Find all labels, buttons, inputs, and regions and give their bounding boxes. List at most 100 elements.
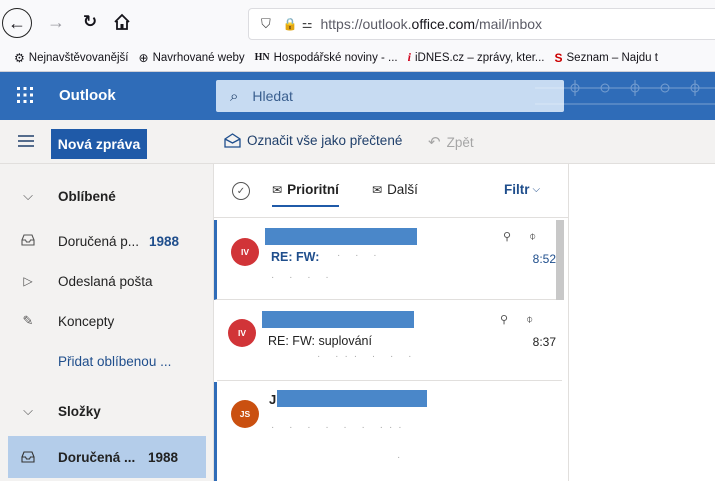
bookmark-idnes[interactable]: i iDNES.cz – zprávy, kter... [408, 50, 545, 65]
attachment-icon: ⌽ [526, 312, 534, 326]
tab-focused[interactable]: ✉ Prioritní [272, 182, 339, 207]
tab-other[interactable]: ✉ Další [372, 182, 418, 197]
home-icon [114, 13, 130, 30]
app-header: Outlook ⌕ Hledat [0, 72, 715, 120]
folders-header[interactable]: ⌵ Složky [0, 391, 213, 431]
inbox-icon [21, 234, 35, 246]
redacted-sender [262, 311, 414, 328]
select-all-checkbox[interactable]: ✓ [232, 182, 250, 200]
lock-icon: 🔒 [282, 17, 298, 31]
message-item[interactable]: IV ⚲ ⌽ RE: FW: 8:52 · · · · · · · [214, 220, 562, 300]
globe-icon: ⊕ [138, 50, 149, 65]
message-list: ✓ ✉ Prioritní ✉ Další Filtr ⌵ IV ⚲ ⌽ RE:… [213, 164, 569, 481]
app-launcher-button[interactable] [16, 86, 34, 109]
shield-icon: ⛉ [261, 16, 271, 31]
pin-icon: ⚲ [503, 231, 512, 243]
folder-sent[interactable]: ▷ Odeslaná pošta [0, 261, 213, 301]
url-field[interactable]: ⛉ 🔒 ⚍ https://outlook.office.com/mail/in… [248, 8, 715, 40]
filter-button[interactable]: Filtr ⌵ [504, 182, 540, 197]
message-item[interactable]: IV ⚲ ⌽ RE: FW: suplování 8:37 · ··· · · … [217, 301, 562, 381]
arrow-left-icon: ← [8, 12, 26, 33]
bookmark-seznam[interactable]: S Seznam – Najdu t [555, 51, 658, 65]
folder-label: Doručená p... [58, 233, 140, 249]
seznam-logo-icon: S [554, 50, 563, 65]
add-favorite-link[interactable]: Přidat oblíbenou ... [0, 341, 213, 381]
chevron-down-icon: ⌵ [23, 188, 33, 203]
idnes-logo-icon: i [407, 50, 411, 64]
message-time: 8:52 [532, 252, 556, 266]
folder-drafts[interactable]: ✎ Koncepty [0, 301, 213, 341]
bookmark-label: Navrhované weby [152, 51, 245, 64]
waffle-icon [17, 87, 33, 103]
undo-icon: ↶ [428, 134, 441, 151]
mark-all-read-button[interactable]: Označit vše jako přečtené [224, 133, 402, 148]
redacted-sender [277, 390, 427, 407]
favorites-header[interactable]: ⌵ Oblíbené [0, 176, 213, 216]
bookmarks-bar: ⚙ Nejnavštěvovanější ⊕ Navrhované weby HN H… [0, 44, 715, 72]
bookmark-hn[interactable]: HN Hospodářské noviny - ... [255, 52, 398, 64]
redacted-sender [265, 228, 417, 245]
message-list-header: ✓ ✉ Prioritní ✉ Další Filtr ⌵ [214, 164, 569, 218]
new-message-button[interactable]: Nová zpráva [51, 129, 147, 159]
url-path: /mail/inbox [475, 16, 543, 32]
header-pattern [535, 80, 715, 105]
folder-label: Doručená ... [58, 449, 136, 465]
url-prefix: https://outlook. [320, 16, 412, 32]
arrow-right-icon: → [47, 11, 65, 32]
home-button[interactable] [108, 8, 136, 36]
folder-inbox[interactable]: Doručená ... 1988 [8, 436, 206, 478]
undo-label: Zpět [446, 134, 474, 150]
preview-artifact: · · · · · · ··· [271, 422, 408, 433]
gear-icon: ⚙ [14, 50, 25, 65]
reading-pane [568, 164, 715, 481]
scrollbar-thumb[interactable] [556, 220, 564, 300]
mark-all-read-label: Označit vše jako přečtené [247, 133, 403, 148]
tab-focused-label: Prioritní [287, 182, 339, 197]
app-title[interactable]: Outlook [59, 87, 116, 104]
chevron-down-icon: ⌵ [23, 403, 33, 418]
sender-initial: J [269, 392, 277, 407]
forward-button[interactable]: → [42, 8, 70, 36]
folder-label: Odeslaná pošta [58, 273, 153, 289]
preview-artifact: · [397, 452, 407, 463]
avatar: IV [231, 238, 259, 266]
preview-artifact: · · · · [271, 272, 335, 283]
avatar: IV [228, 319, 256, 347]
bookmark-label: Nejnavštěvovanější [28, 51, 129, 64]
envelope-open-icon [224, 133, 241, 148]
avatar: JS [231, 400, 259, 428]
message-item[interactable]: JS J · · · · · · ··· · [214, 382, 562, 481]
message-subject: RE: FW: [271, 250, 320, 264]
bookmark-suggested[interactable]: ⊕ Navrhované weby [139, 51, 245, 65]
send-icon: ▷ [23, 274, 33, 288]
folder-inbox-favorite[interactable]: Doručená p... 1988 [0, 221, 213, 261]
pin-icon: ⚲ [500, 314, 509, 326]
reload-button[interactable]: ↻ [76, 8, 104, 36]
bookmark-label: iDNES.cz – zprávy, kter... [414, 51, 545, 64]
folders-label: Složky [58, 403, 101, 419]
tab-other-label: Další [387, 182, 418, 197]
url-text: https://outlook.office.com/mail/inbox [320, 16, 542, 32]
nav-toggle-button[interactable] [18, 134, 34, 153]
reload-icon: ↻ [82, 12, 98, 31]
attachment-icon: ⌽ [529, 229, 537, 243]
bookmark-most-visited[interactable]: ⚙ Nejnavštěvovanější [14, 51, 129, 65]
chevron-down-icon: ⌵ [532, 184, 541, 195]
search-input[interactable]: ⌕ Hledat [216, 80, 564, 112]
bookmark-label: Seznam – Najdu t [566, 51, 658, 64]
inbox-icon [21, 451, 35, 463]
unread-count: 1988 [149, 233, 180, 249]
url-host: office.com [411, 16, 476, 32]
hamburger-icon [18, 135, 34, 147]
mail-icon: ✉ [372, 182, 383, 197]
checkmark-icon: ✓ [236, 185, 246, 197]
browser-toolbar: ← → ↻ ⛉ 🔒 ⚍ https://outlook.office.com/m… [0, 0, 715, 44]
back-button[interactable]: ← [2, 8, 32, 38]
unread-count: 1988 [148, 449, 179, 465]
add-favorite-label: Přidat oblíbenou ... [58, 353, 172, 369]
search-icon: ⌕ [230, 87, 239, 105]
permissions-icon: ⚍ [301, 17, 313, 31]
bookmark-label: Hospodářské noviny - ... [273, 51, 398, 64]
undo-button[interactable]: ↶ Zpět [428, 133, 474, 151]
folder-label: Koncepty [58, 313, 115, 329]
